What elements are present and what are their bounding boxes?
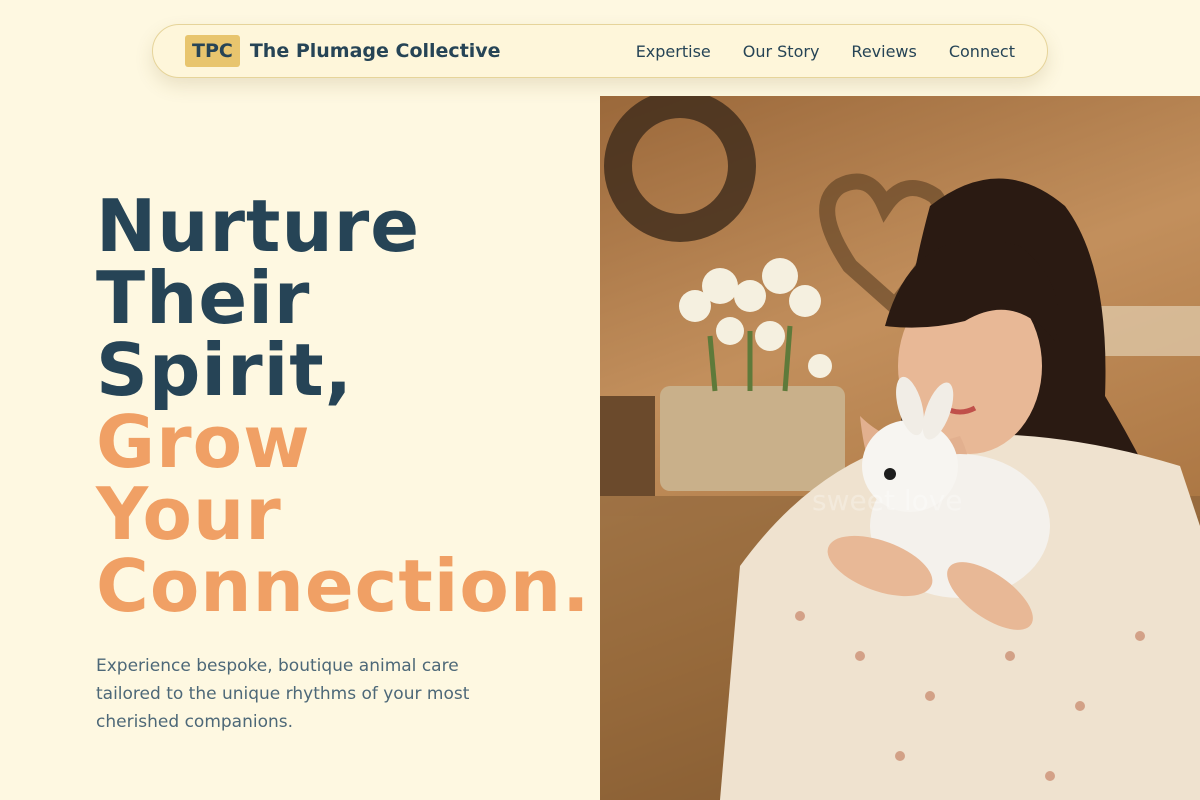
brand-logo-badge: TPC (185, 35, 240, 67)
nav-link-our-story[interactable]: Our Story (743, 42, 820, 61)
hero-image-illustration (600, 96, 1200, 800)
headline-line: Their (96, 256, 311, 340)
brand[interactable]: TPC The Plumage Collective (185, 35, 501, 67)
image-watermark-text: sweet love (812, 484, 963, 517)
hero-headline: Nurture Their Spirit, Grow Your Connecti… (96, 190, 596, 622)
hero-subtitle: Experience bespoke, boutique animal care… (96, 656, 470, 732)
headline-accent-line: Connection. (96, 544, 591, 628)
hero-image: sweet love (600, 96, 1200, 800)
headline-line: Nurture (96, 184, 421, 268)
headline-accent-line: Your (96, 472, 282, 556)
top-nav: TPC The Plumage Collective Expertise Our… (152, 24, 1048, 78)
nav-link-expertise[interactable]: Expertise (636, 42, 711, 61)
nav-link-reviews[interactable]: Reviews (851, 42, 916, 61)
brand-name: The Plumage Collective (249, 40, 501, 62)
nav-link-connect[interactable]: Connect (949, 42, 1015, 61)
headline-line: Spirit, (96, 328, 354, 412)
nav-links: Expertise Our Story Reviews Connect (636, 42, 1015, 61)
headline-accent-line: Grow (96, 400, 311, 484)
hero-text: Nurture Their Spirit, Grow Your Connecti… (96, 190, 596, 736)
